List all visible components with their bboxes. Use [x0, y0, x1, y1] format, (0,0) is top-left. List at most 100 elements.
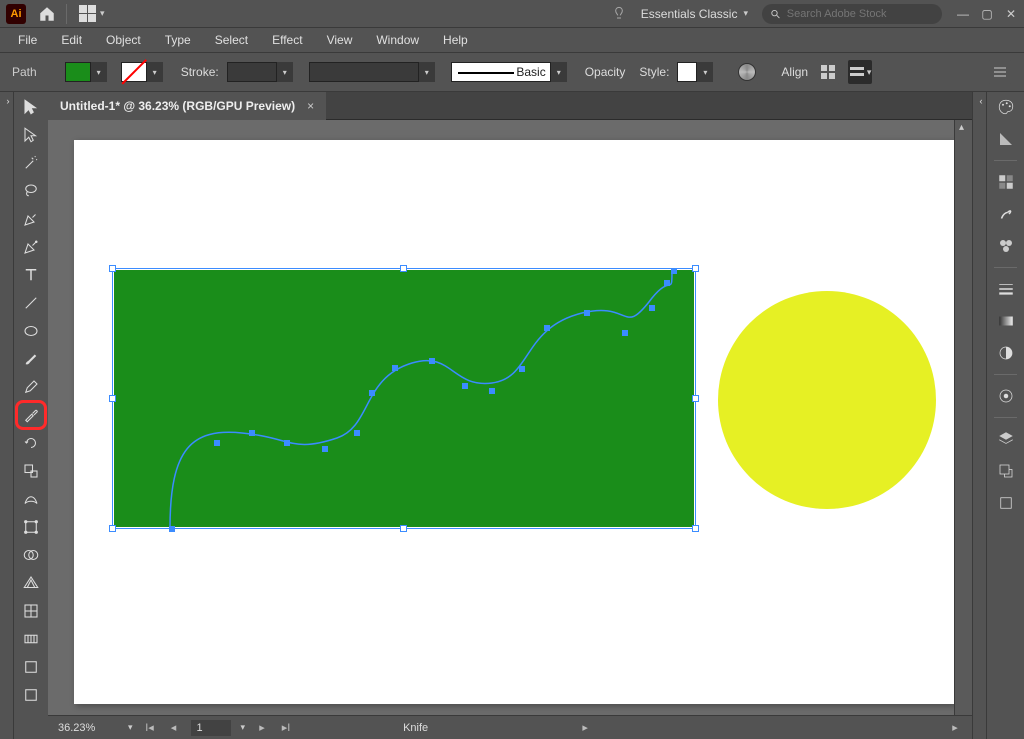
path-anchor[interactable] [249, 430, 255, 436]
yellow-circle-shape[interactable] [718, 291, 936, 509]
chevron-down-icon[interactable]: ▾ [91, 62, 107, 82]
artboard-number[interactable]: 1 [191, 720, 231, 736]
minimize-button[interactable]: — [956, 7, 970, 21]
canvas[interactable]: ▴ [48, 120, 972, 715]
last-artboard-button[interactable]: ▸I [279, 721, 293, 734]
close-tab-icon[interactable]: × [307, 99, 314, 113]
stroke-panel[interactable] [992, 276, 1020, 302]
path-anchor[interactable] [429, 358, 435, 364]
path-anchor[interactable] [544, 325, 550, 331]
stroke-weight-control[interactable]: ▾ [227, 62, 293, 82]
next-artboard-button[interactable]: ▸ [255, 721, 269, 734]
pen-tool[interactable] [17, 206, 45, 232]
close-button[interactable]: ✕ [1004, 7, 1018, 21]
lasso-tool[interactable] [17, 178, 45, 204]
path-anchor[interactable] [369, 390, 375, 396]
menu-select[interactable]: Select [205, 30, 258, 50]
shape-builder-tool[interactable] [17, 542, 45, 568]
layers-panel[interactable] [992, 426, 1020, 452]
paintbrush-tool[interactable] [17, 346, 45, 372]
recolor-artwork-button[interactable] [735, 60, 759, 84]
stock-search-input[interactable] [787, 8, 934, 20]
chevron-down-icon[interactable]: ▾ [128, 722, 133, 733]
path-anchor[interactable] [649, 305, 655, 311]
rotate-tool[interactable] [17, 430, 45, 456]
zoom-level[interactable]: 36.23% [58, 722, 118, 734]
chevron-down-icon[interactable]: ▾ [147, 62, 163, 82]
menu-file[interactable]: File [8, 30, 47, 50]
align-label[interactable]: Align [781, 65, 808, 79]
transparency-panel[interactable] [992, 340, 1020, 366]
path-anchor[interactable] [671, 268, 677, 274]
align-button-a[interactable] [816, 60, 840, 84]
stroke-color-control[interactable]: ▾ [121, 62, 163, 82]
free-transform-tool[interactable] [17, 514, 45, 540]
appearance-panel[interactable] [992, 383, 1020, 409]
menu-view[interactable]: View [317, 30, 363, 50]
asset-export-panel[interactable] [992, 458, 1020, 484]
fill-swatch[interactable] [65, 62, 91, 82]
scroll-up-icon[interactable]: ▴ [959, 122, 964, 133]
graphic-style-control[interactable]: ▾ [677, 62, 713, 82]
mesh-tool[interactable] [17, 598, 45, 624]
chevron-down-icon[interactable]: ▾ [241, 722, 246, 733]
perspective-grid-tool[interactable] [17, 570, 45, 596]
tips-icon[interactable] [611, 4, 627, 23]
color-guide-panel[interactable] [992, 126, 1020, 152]
arrange-documents-button[interactable]: ▾ [75, 3, 109, 24]
vertical-scrollbar[interactable]: ▴ [954, 120, 972, 715]
document-tab[interactable]: Untitled-1* @ 36.23% (RGB/GPU Preview) × [48, 92, 326, 120]
path-anchor[interactable] [489, 388, 495, 394]
maximize-button[interactable]: ▢ [980, 7, 994, 21]
path-anchor[interactable] [622, 330, 628, 336]
path-anchor[interactable] [169, 526, 175, 532]
collapse-right-tab[interactable]: ‹‹ [972, 92, 986, 739]
eyedropper-tool[interactable] [17, 402, 45, 428]
magic-wand-tool[interactable] [17, 150, 45, 176]
path-anchor[interactable] [462, 383, 468, 389]
path-anchor[interactable] [322, 446, 328, 452]
path-anchor[interactable] [214, 440, 220, 446]
panel-menu-button[interactable] [988, 60, 1012, 84]
properties-panel[interactable] [992, 169, 1020, 195]
color-panel[interactable] [992, 94, 1020, 120]
status-menu-icon[interactable]: ▸ [578, 721, 592, 734]
path-anchor[interactable] [664, 280, 670, 286]
gradient-panel[interactable] [992, 308, 1020, 334]
width-tool[interactable] [17, 486, 45, 512]
path-anchor[interactable] [284, 440, 290, 446]
artboards-panel[interactable] [992, 490, 1020, 516]
workspace-switcher[interactable]: Essentials Classic ▾ [635, 4, 754, 24]
symbols-panel[interactable] [992, 233, 1020, 259]
more-tool-a[interactable] [17, 654, 45, 680]
fill-control[interactable]: ▾ [65, 62, 107, 82]
selection-tool[interactable] [17, 94, 45, 120]
menu-effect[interactable]: Effect [262, 30, 312, 50]
path-anchor[interactable] [584, 310, 590, 316]
menu-window[interactable]: Window [366, 30, 429, 50]
line-segment-tool[interactable] [17, 290, 45, 316]
chevron-down-icon[interactable]: ▾ [419, 62, 435, 82]
type-tool[interactable] [17, 262, 45, 288]
prev-artboard-button[interactable]: ◂ [167, 721, 181, 734]
variable-width-control[interactable]: ▾ [309, 62, 435, 82]
brushes-panel[interactable] [992, 201, 1020, 227]
menu-object[interactable]: Object [96, 30, 151, 50]
direct-selection-tool[interactable] [17, 122, 45, 148]
chevron-down-icon[interactable]: ▾ [277, 62, 293, 82]
chevron-down-icon[interactable]: ▾ [697, 62, 713, 82]
menu-help[interactable]: Help [433, 30, 478, 50]
path-anchor[interactable] [354, 430, 360, 436]
curvature-tool[interactable] [17, 234, 45, 260]
stock-search[interactable] [762, 4, 942, 24]
collapse-left-tab[interactable]: ›› [0, 92, 14, 739]
chevron-down-icon[interactable]: ▾ [551, 62, 567, 82]
brush-def-control[interactable]: Basic ▾ [451, 62, 567, 82]
menu-edit[interactable]: Edit [51, 30, 92, 50]
home-button[interactable] [36, 3, 58, 25]
stroke-swatch[interactable] [121, 62, 147, 82]
ellipse-tool[interactable] [17, 318, 45, 344]
scroll-right-icon[interactable]: ▸ [948, 721, 962, 734]
pencil-tool[interactable] [17, 374, 45, 400]
more-tool-b[interactable] [17, 682, 45, 708]
